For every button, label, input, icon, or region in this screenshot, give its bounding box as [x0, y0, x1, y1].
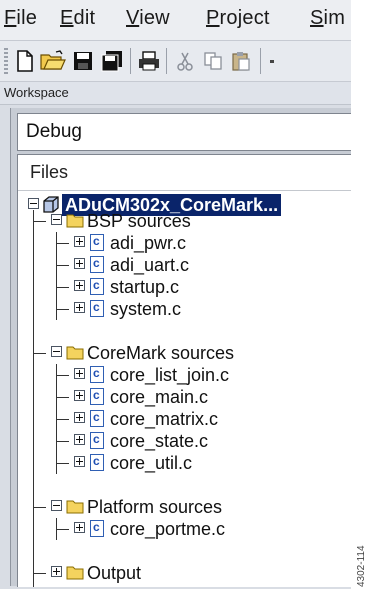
files-header-label: Files: [30, 162, 69, 182]
configuration-value: Debug: [26, 121, 82, 142]
folder-icon: [66, 214, 84, 228]
file-label: core_matrix.c: [110, 409, 219, 429]
ide-window: File Edit View Project Sim Workspace Deb…: [0, 0, 351, 589]
file-label: adi_uart.c: [110, 255, 190, 275]
toolbar-grip[interactable]: [4, 48, 8, 74]
c-file-icon: c: [90, 278, 104, 295]
collapse-icon[interactable]: [51, 500, 62, 511]
expand-icon[interactable]: [74, 522, 85, 533]
tree-item-file-adi-uart[interactable]: c adi_uart.c: [18, 254, 351, 276]
expand-icon[interactable]: [51, 566, 62, 577]
c-file-icon: c: [90, 256, 104, 273]
expand-icon[interactable]: [74, 390, 85, 401]
c-file-icon: c: [90, 234, 104, 251]
menu-view[interactable]: View: [126, 7, 170, 30]
file-label: core_portme.c: [110, 519, 226, 539]
figure-id-text: 4302-114: [356, 545, 367, 587]
file-tree: Files ADuCM302x_CoreMark... BSP sources …: [17, 154, 351, 587]
save-icon[interactable]: [70, 48, 96, 74]
c-file-icon: c: [90, 388, 104, 405]
file-label: core_main.c: [110, 387, 209, 407]
new-file-icon[interactable]: [12, 48, 38, 74]
tree-item-group-platform-sources[interactable]: Platform sources: [18, 496, 351, 518]
collapse-icon[interactable]: [28, 198, 39, 209]
cut-icon[interactable]: [172, 48, 198, 74]
tree-item-file-core-list-join[interactable]: c core_list_join.c: [18, 364, 351, 386]
group-label: BSP sources: [87, 211, 191, 231]
group-label: CoreMark sources: [87, 343, 235, 363]
print-icon[interactable]: [136, 48, 162, 74]
tree-item-file-core-matrix[interactable]: c core_matrix.c: [18, 408, 351, 430]
menu-file[interactable]: File: [4, 7, 37, 30]
menu-edit[interactable]: Edit: [60, 7, 95, 30]
menu-project[interactable]: Project: [206, 7, 270, 30]
paste-icon[interactable]: [228, 48, 254, 74]
tree-item-file-core-main[interactable]: c core_main.c: [18, 386, 351, 408]
expand-icon[interactable]: [74, 412, 85, 423]
workspace-title-bar: Workspace: [0, 82, 351, 105]
c-file-icon: c: [90, 432, 104, 449]
expand-icon[interactable]: [74, 434, 85, 445]
c-file-icon: c: [90, 300, 104, 317]
expand-icon[interactable]: [74, 456, 85, 467]
workspace-panel: Debug Files ADuCM302x_CoreMark... BSP so…: [10, 108, 351, 587]
folder-icon: [66, 566, 84, 580]
collapse-icon[interactable]: [51, 214, 62, 225]
copy-icon[interactable]: [200, 48, 226, 74]
tree-item-file-core-portme[interactable]: c core_portme.c: [18, 518, 351, 540]
collapse-icon[interactable]: [51, 346, 62, 357]
tree-item-file-startup[interactable]: c startup.c: [18, 276, 351, 298]
files-column-header[interactable]: Files: [18, 155, 351, 191]
folder-icon: [66, 500, 84, 514]
c-file-icon: c: [90, 366, 104, 383]
tree-item-file-system[interactable]: c system.c: [18, 298, 351, 320]
tree-item-group-bsp-sources[interactable]: BSP sources: [18, 210, 351, 232]
tree-item-file-core-util[interactable]: c core_util.c: [18, 452, 351, 474]
file-label: adi_pwr.c: [110, 233, 187, 253]
file-label: core_state.c: [110, 431, 209, 451]
group-label: Output: [87, 563, 142, 583]
group-label: Platform sources: [87, 497, 223, 517]
toolbar-overflow-icon[interactable]: [266, 48, 278, 74]
workspace-title: Workspace: [4, 85, 69, 100]
toolbar-separator: [166, 48, 167, 74]
expand-icon[interactable]: [74, 258, 85, 269]
menu-bar: File Edit View Project Sim: [0, 0, 351, 41]
tree-item-file-core-state[interactable]: c core_state.c: [18, 430, 351, 452]
file-label: system.c: [110, 299, 182, 319]
c-file-icon: c: [90, 520, 104, 537]
toolbar: [0, 41, 351, 82]
c-file-icon: c: [90, 454, 104, 471]
save-all-icon[interactable]: [99, 48, 125, 74]
expand-icon[interactable]: [74, 280, 85, 291]
open-folder-icon[interactable]: [40, 48, 66, 74]
menu-simulator[interactable]: Sim: [310, 7, 345, 30]
figure-id: 4302-114: [356, 545, 370, 587]
toolbar-separator: [130, 48, 131, 74]
expand-icon[interactable]: [74, 236, 85, 247]
file-label: core_util.c: [110, 453, 193, 473]
tree-item-group-output[interactable]: Output: [18, 562, 351, 584]
file-label: core_list_join.c: [110, 365, 230, 385]
tree-item-file-adi-pwr[interactable]: c adi_pwr.c: [18, 232, 351, 254]
c-file-icon: c: [90, 410, 104, 427]
configuration-select[interactable]: Debug: [17, 113, 351, 151]
tree-item-group-coremark-sources[interactable]: CoreMark sources: [18, 342, 351, 364]
expand-icon[interactable]: [74, 302, 85, 313]
toolbar-separator: [260, 48, 261, 74]
file-label: startup.c: [110, 277, 180, 297]
folder-icon: [66, 346, 84, 360]
expand-icon[interactable]: [74, 368, 85, 379]
